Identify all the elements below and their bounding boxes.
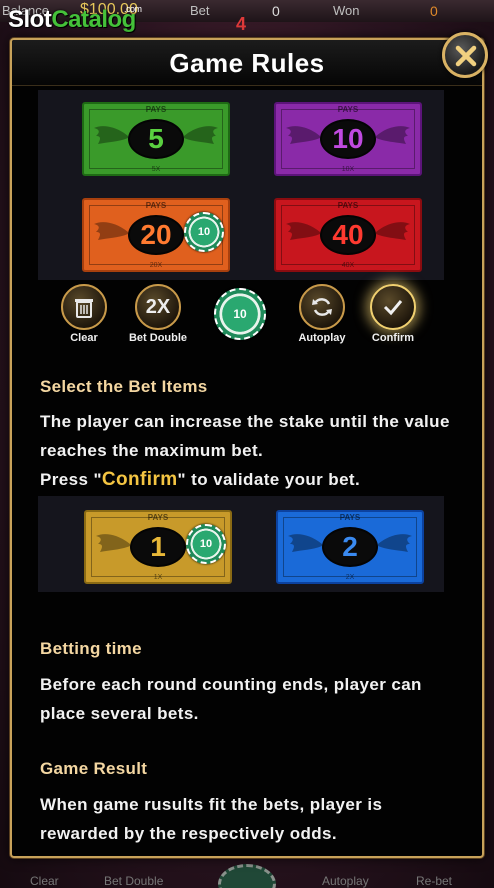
confirm-label: Confirm: [371, 332, 415, 344]
bet-double-button[interactable]: 2X Bet Double: [128, 284, 188, 344]
game-result-title: Game Result: [40, 759, 148, 778]
bill-40x: PAYS 40 40X: [274, 198, 422, 272]
bill-odds: 2X: [345, 574, 355, 581]
bottom-controls: Clear Bet Double Autoplay Re-bet: [0, 858, 494, 888]
bill-odds: 5X: [151, 166, 161, 173]
select-bet-items-title: Select the Bet Items: [40, 377, 208, 396]
bill-10x: PAYS 10 10X: [274, 102, 422, 176]
bet-value: 0: [272, 3, 280, 19]
check-icon: [370, 284, 416, 330]
double-icon-text: 2X: [145, 296, 171, 318]
bill-number: 40: [320, 215, 376, 255]
bill-odds: 40X: [341, 262, 355, 269]
watermark-com: .com: [124, 4, 142, 14]
game-result-text: When game rusults fit the bets, player i…: [40, 795, 383, 843]
bet-double-label: Bet Double: [128, 332, 188, 344]
confirm-highlight: Confirm: [101, 469, 178, 490]
double-icon: 2X: [135, 284, 181, 330]
slotcatalog-watermark: SlotCatalog .com: [8, 4, 142, 34]
press-confirm-text: Press "Confirm" to validate your bet.: [40, 465, 460, 494]
game-rules-modal: Game Rules PAYS 5 5X PAYS 10 10X PAYS 20…: [10, 38, 484, 858]
example-bills-panel: PAYS 1 1X PAYS 2 2X 10: [38, 496, 444, 592]
confirm-button[interactable]: Confirm: [363, 284, 423, 344]
bet-label: Bet: [190, 3, 210, 18]
bottom-rebet: Re-bet: [416, 874, 453, 888]
bill-pays-label: PAYS: [145, 105, 167, 114]
bill-pays-label: PAYS: [147, 513, 169, 522]
bill-odds: 1X: [153, 574, 163, 581]
bill-odds: 20X: [149, 262, 163, 269]
chip-icon: 10: [186, 524, 226, 564]
bottom-chip-icon: [218, 864, 276, 888]
bill-number: 10: [320, 119, 376, 159]
chip-selector[interactable]: 10: [214, 288, 266, 340]
wing-icon: [288, 534, 322, 552]
betting-time-title: Betting time: [40, 639, 142, 658]
bill-number: 2: [322, 527, 378, 567]
bottom-autoplay: Autoplay: [322, 874, 369, 888]
bottom-clear: Clear: [30, 874, 59, 888]
press-prefix: Press ": [40, 470, 102, 489]
wing-icon: [94, 126, 128, 144]
bill-pays-label: PAYS: [337, 201, 359, 210]
bill-2x: PAYS 2 2X: [276, 510, 424, 584]
bill-pays-label: PAYS: [339, 513, 361, 522]
modal-title: Game Rules: [169, 48, 325, 78]
bottom-bet-double: Bet Double: [104, 874, 164, 888]
wing-icon: [376, 222, 410, 240]
bill-number: 1: [130, 527, 186, 567]
wing-icon: [96, 534, 130, 552]
refresh-icon: [299, 284, 345, 330]
wing-icon: [286, 126, 320, 144]
won-value: 0: [430, 3, 438, 19]
clear-button[interactable]: Clear: [54, 284, 114, 344]
press-suffix: " to validate your bet.: [177, 470, 361, 489]
chip-icon: 10: [184, 212, 224, 252]
won-label: Won: [333, 3, 360, 18]
wing-icon: [286, 222, 320, 240]
trash-icon: [61, 284, 107, 330]
close-button[interactable]: [442, 32, 488, 78]
bill-pays-label: PAYS: [145, 201, 167, 210]
wing-icon: [94, 222, 128, 240]
select-bet-items-text: The player can increase the stake until …: [40, 412, 450, 460]
bill-5x: PAYS 5 5X: [82, 102, 230, 176]
wing-icon: [376, 126, 410, 144]
top-bills-panel: PAYS 5 5X PAYS 10 10X PAYS 20 20X PAYS 4…: [38, 90, 444, 280]
modal-header: Game Rules: [12, 40, 482, 86]
wing-icon: [378, 534, 412, 552]
bill-pays-label: PAYS: [337, 105, 359, 114]
bill-number: 20: [128, 215, 184, 255]
close-x-icon: [455, 45, 477, 67]
alert-count: 4: [236, 14, 247, 34]
watermark-slot: Slot: [8, 6, 52, 33]
bill-number: 5: [128, 119, 184, 159]
betting-time-text: Before each round counting ends, player …: [40, 675, 422, 723]
wing-icon: [184, 126, 218, 144]
bill-odds: 10X: [341, 166, 355, 173]
